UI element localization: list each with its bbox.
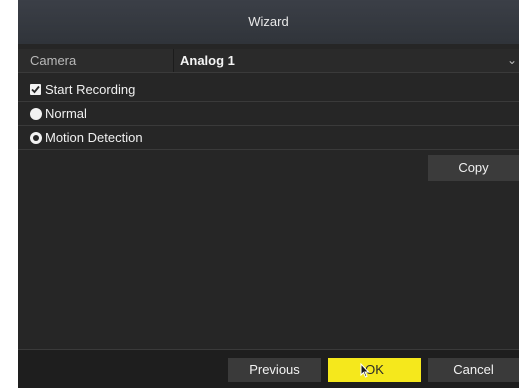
normal-row: Normal	[18, 102, 519, 126]
normal-label: Normal	[45, 106, 87, 121]
normal-radio[interactable]: Normal	[30, 102, 87, 125]
radio-icon[interactable]	[30, 107, 42, 120]
camera-label: Camera	[30, 53, 77, 68]
wizard-title: Wizard	[18, 0, 519, 44]
checkmark-icon[interactable]	[30, 84, 41, 95]
camera-value: Analog 1	[180, 53, 235, 68]
previous-button[interactable]: Previous	[228, 358, 321, 382]
ok-button[interactable]: OK	[328, 358, 421, 382]
radio-selected-icon[interactable]	[30, 131, 42, 144]
start-recording-label: Start Recording	[45, 82, 136, 97]
copy-button[interactable]: Copy	[428, 155, 519, 181]
start-recording-checkbox[interactable]: Start Recording	[30, 78, 135, 101]
motion-detection-label: Motion Detection	[45, 130, 143, 145]
camera-select[interactable]: Analog 1 ⌄	[174, 49, 519, 72]
start-recording-row: Start Recording	[18, 78, 519, 102]
mouse-pointer-icon	[360, 363, 370, 378]
motion-detection-radio[interactable]: Motion Detection	[30, 126, 143, 149]
chevron-down-icon[interactable]: ⌄	[507, 49, 517, 72]
wizard-window: Wizard Camera Analog 1 ⌄ Start Recording…	[18, 0, 519, 388]
cancel-button[interactable]: Cancel	[428, 358, 519, 382]
camera-row: Camera Analog 1 ⌄	[18, 49, 519, 73]
motion-detection-row: Motion Detection	[18, 126, 519, 150]
footer-bar: Previous OK Cancel	[18, 349, 519, 388]
